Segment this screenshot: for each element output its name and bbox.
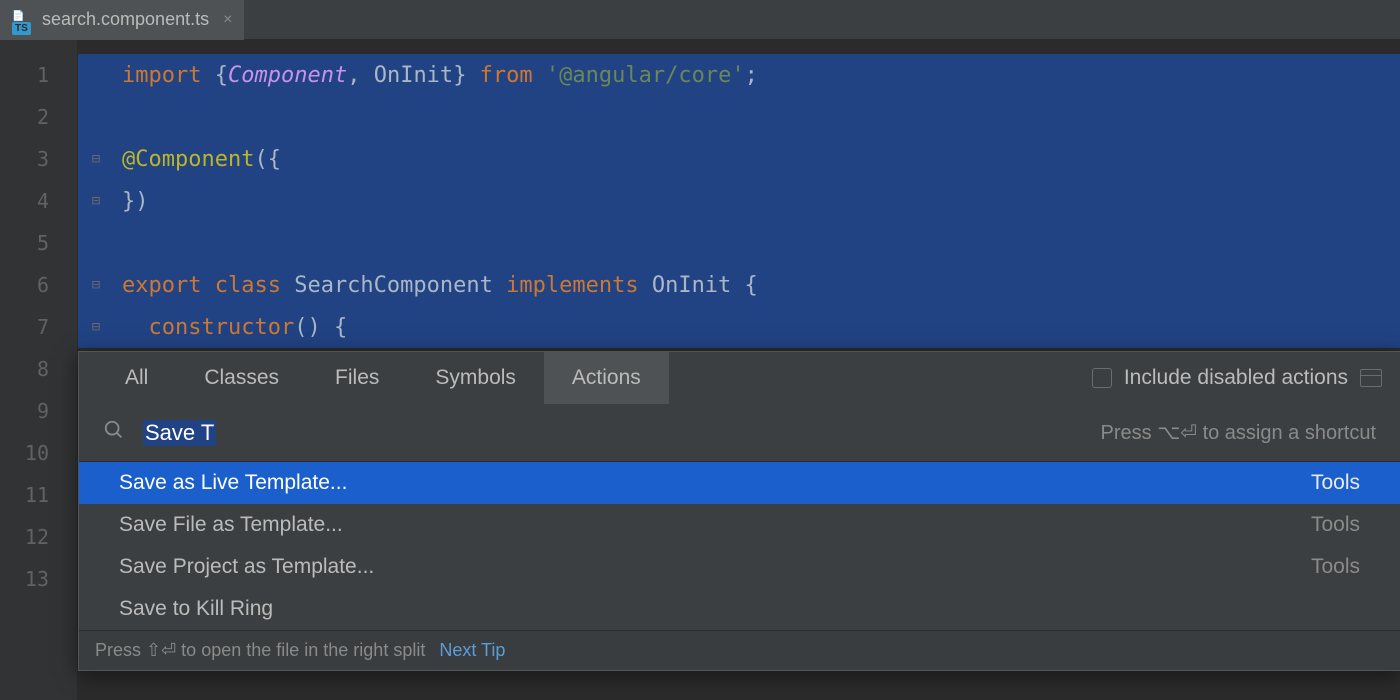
fold-marker-icon[interactable]: ⊟ <box>78 180 114 222</box>
line-number: 5 <box>0 222 77 264</box>
line-number: 2 <box>0 96 77 138</box>
line-number: 1 <box>0 54 77 96</box>
typescript-file-icon: 📄 TS <box>12 11 34 29</box>
include-disabled-checkbox[interactable] <box>1092 368 1112 388</box>
result-label: Save Project as Template... <box>119 555 374 579</box>
popup-footer: Press ⇧⏎ to open the file in the right s… <box>79 630 1400 670</box>
tab-actions[interactable]: Actions <box>544 352 669 404</box>
tab-bar: 📄 TS search.component.ts × <box>0 0 1400 40</box>
popup-tab-bar: All Classes Files Symbols Actions Includ… <box>79 352 1400 404</box>
line-number: 7 <box>0 306 77 348</box>
tab-file-name: search.component.ts <box>42 9 209 30</box>
fold-marker-icon[interactable]: ⊟ <box>78 264 114 306</box>
include-disabled-label: Include disabled actions <box>1124 366 1348 390</box>
result-category: Tools <box>1311 513 1360 537</box>
tab-symbols[interactable]: Symbols <box>407 352 544 404</box>
footer-hint: Press ⇧⏎ to open the file in the right s… <box>95 640 425 661</box>
search-input[interactable]: Save T <box>143 420 216 446</box>
result-label: Save File as Template... <box>119 513 343 537</box>
result-item[interactable]: Save Project as Template... Tools <box>79 546 1400 588</box>
search-row: Save T Press ⌥⏎ to assign a shortcut <box>79 404 1400 462</box>
result-item[interactable]: Save to Kill Ring <box>79 588 1400 630</box>
fold-column: ⊟ ⊟ ⊟ ⊟ <box>78 54 114 348</box>
result-list: Save as Live Template... Tools Save File… <box>79 462 1400 630</box>
code-line[interactable]: constructor() { <box>78 306 1400 348</box>
line-number: 9 <box>0 390 77 432</box>
result-item[interactable]: Save File as Template... Tools <box>79 504 1400 546</box>
code-line[interactable]: }) <box>78 180 1400 222</box>
result-label: Save to Kill Ring <box>119 597 273 621</box>
line-number: 10 <box>0 432 77 474</box>
search-icon <box>103 419 125 446</box>
line-number: 4 <box>0 180 77 222</box>
fold-marker-icon[interactable]: ⊟ <box>78 138 114 180</box>
search-everywhere-popup: All Classes Files Symbols Actions Includ… <box>78 351 1400 671</box>
code-line[interactable]: export class SearchComponent implements … <box>78 264 1400 306</box>
code-line[interactable] <box>78 222 1400 264</box>
tab-classes[interactable]: Classes <box>176 352 307 404</box>
gutter: 1 2 3 4 5 6 7 8 9 10 11 12 13 <box>0 40 78 700</box>
next-tip-link[interactable]: Next Tip <box>439 640 505 661</box>
result-item[interactable]: Save as Live Template... Tools <box>79 462 1400 504</box>
code-line[interactable]: import {Component, OnInit} from '@angula… <box>78 54 1400 96</box>
result-category: Tools <box>1311 471 1360 495</box>
code-line[interactable]: @Component({ <box>78 138 1400 180</box>
result-category: Tools <box>1311 555 1360 579</box>
line-number: 13 <box>0 558 77 600</box>
tab-files[interactable]: Files <box>307 352 407 404</box>
fold-marker-icon[interactable]: ⊟ <box>78 306 114 348</box>
line-number: 8 <box>0 348 77 390</box>
line-number: 3 <box>0 138 77 180</box>
line-number: 12 <box>0 516 77 558</box>
open-as-window-icon[interactable] <box>1360 369 1382 387</box>
line-number: 6 <box>0 264 77 306</box>
file-tab[interactable]: 📄 TS search.component.ts × <box>0 0 244 40</box>
tab-all[interactable]: All <box>97 352 176 404</box>
result-label: Save as Live Template... <box>119 471 347 495</box>
close-tab-icon[interactable]: × <box>223 11 232 29</box>
code-line[interactable] <box>78 96 1400 138</box>
shortcut-hint: Press ⌥⏎ to assign a shortcut <box>1101 420 1376 445</box>
line-number: 11 <box>0 474 77 516</box>
